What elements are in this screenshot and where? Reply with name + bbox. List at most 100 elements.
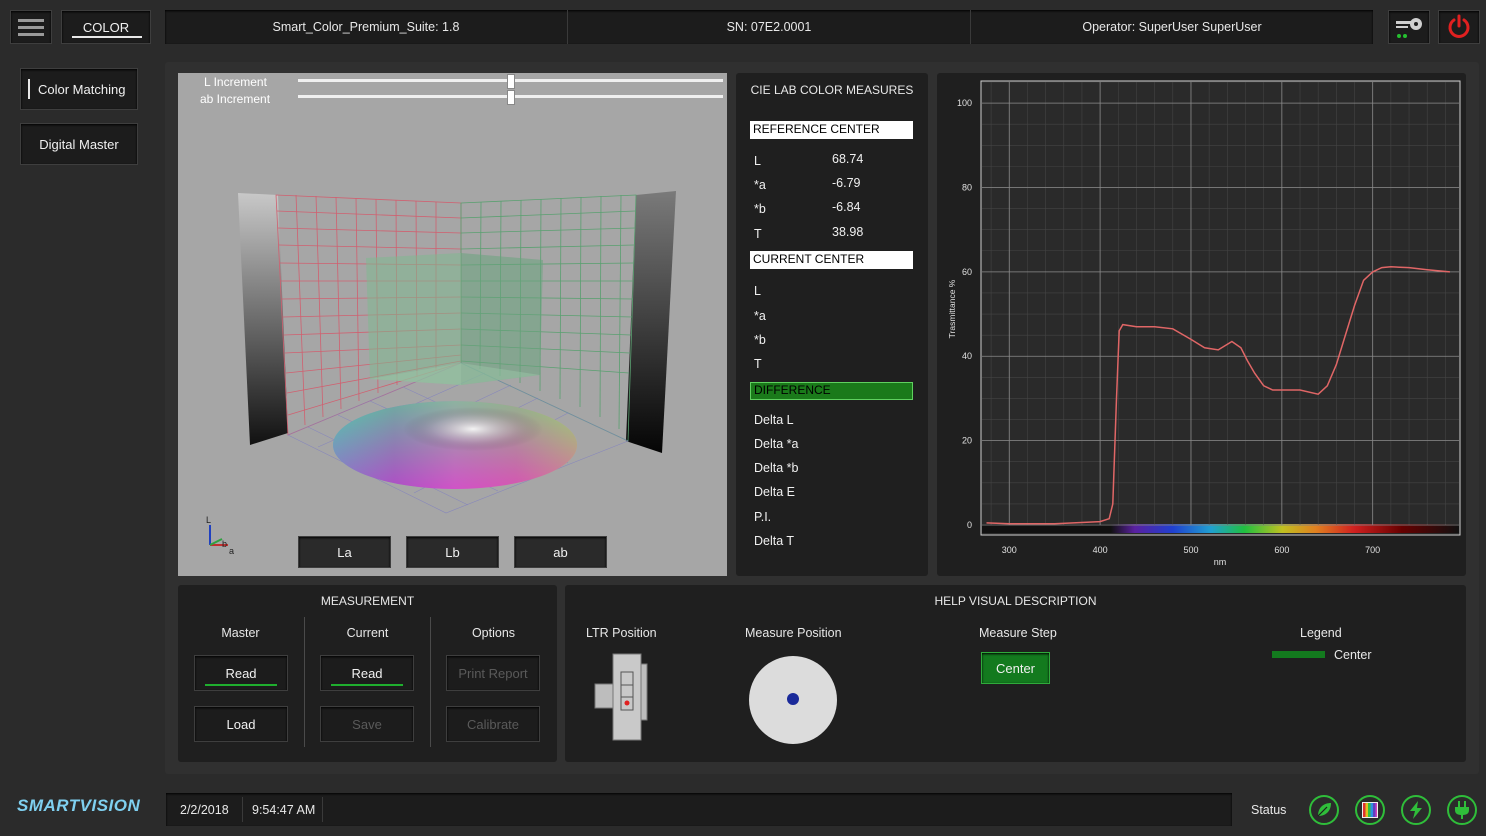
sidebar-item-label: Color Matching [38,81,126,97]
axis-label-a: a [229,546,235,556]
reference-row-b: *b -6.84 [754,200,914,218]
plug-icon [1455,801,1469,819]
view-ab-button[interactable]: ab [514,536,607,568]
bolt-icon [1410,801,1422,819]
y-tick-label: 60 [962,267,972,277]
active-indicator [28,79,30,99]
ref-b-value: -6.84 [832,200,861,214]
measure-position-diagram [749,656,837,744]
menu-button[interactable] [10,10,52,44]
current-read-label: Read [351,665,383,681]
y-tick-label: 40 [962,351,972,361]
delta-a-label: Delta *a [754,437,799,451]
difference-header: DIFFERENCE [750,382,913,400]
reference-row-a: *a -6.79 [754,176,914,194]
sidebar-item-digital-master[interactable]: Digital Master [20,123,138,165]
header-info-bar: Smart_Color_Premium_Suite: 1.8 SN: 07E2.… [165,10,1373,44]
view-la-label: La [337,544,352,560]
calibrate-button[interactable]: Calibrate [446,706,540,742]
cur-b-label: *b [754,333,766,347]
status-plug[interactable] [1447,795,1477,825]
login-key-button[interactable] [1388,10,1430,44]
view-lb-label: Lb [445,544,460,560]
help-panel: HELP VISUAL DESCRIPTION LTR Position Mea… [565,585,1466,762]
current-row-a: *a [754,307,914,325]
view-ab-label: ab [553,544,568,560]
master-read-label: Read [225,665,257,681]
current-read-button[interactable]: Read [320,655,414,691]
reference-row-l: L 68.74 [754,152,914,170]
measure-step-center-label: Center [995,660,1036,676]
delta-t-label: Delta T [754,534,795,548]
leaf-icon [1317,803,1331,817]
measurement-panel: MEASUREMENT Master Current Options Read … [178,585,557,762]
tab-color[interactable]: COLOR [61,10,151,44]
pi-label: P.I. [754,510,772,524]
app-version: Smart_Color_Premium_Suite: 1.8 [165,10,568,44]
x-axis-title: nm [1214,557,1227,567]
y-tick-label: 80 [962,182,972,192]
y-tick-label: 20 [962,436,972,446]
y-axis-title: Trasmittance % [947,279,957,338]
options-label: Options [471,626,516,640]
ltr-position-diagram [594,653,648,741]
color-space-viewer[interactable]: L Increment ab Increment L b a La Lb ab [178,73,727,576]
ref-l-value: 68.74 [832,152,864,166]
print-report-label: Print Report [458,665,528,681]
delta-b-label: Delta *b [754,461,799,475]
axis-label-l: L [206,515,212,525]
legend-swatch [1272,651,1325,658]
status-color-bars[interactable] [1355,795,1385,825]
transmittance-chart-panel: 0 20 40 60 80 100 300 400 500 600 700 Trasmittanc… [937,73,1466,576]
key-icon [1396,18,1422,38]
current-save-button[interactable]: Save [320,706,414,742]
transmittance-chart: 0 20 40 60 80 100 300 400 500 600 700 Trasmittanc… [947,80,1461,567]
current-row-b: *b [754,331,914,349]
tab-active-underline [72,36,142,38]
print-report-button[interactable]: Print Report [446,655,540,691]
status-power[interactable] [1401,795,1431,825]
reference-row-t: T 38.98 [754,225,914,243]
operator: Operator: SuperUser SuperUser [1082,20,1262,34]
measure-step-label: Measure Step [979,626,1057,640]
master-load-button[interactable]: Load [194,706,288,742]
status-leaf[interactable] [1309,795,1339,825]
y-tick-label: 100 [957,98,972,108]
view-la-button[interactable]: La [298,536,391,568]
footer-divider [322,797,323,822]
reference-center-header: REFERENCE CENTER [750,121,913,139]
help-title: HELP VISUAL DESCRIPTION [934,594,1097,608]
master-load-label: Load [226,716,256,732]
serial-number: SN: 07E2.0001 [568,10,971,44]
x-tick-label: 700 [1365,545,1380,555]
x-tick-label: 400 [1093,545,1108,555]
x-tick-label: 500 [1183,545,1198,555]
smartvision-logo: SMARTVISION [17,796,140,816]
ref-l-label: L [754,154,761,168]
measurement-title: MEASUREMENT [320,594,415,608]
ref-b-label: *b [754,202,766,216]
active-underline [205,684,277,686]
current-save-label: Save [352,716,382,732]
divider [430,617,431,747]
delta-l-label: Delta L [754,413,794,427]
footer-divider [242,797,243,822]
ref-t-value: 38.98 [832,225,864,239]
logo-text: SMARTVISION [17,796,141,815]
plot-area [980,80,1461,536]
sidebar-item-color-matching[interactable]: Color Matching [20,68,138,110]
ltr-position-label: LTR Position [586,626,657,640]
view-lb-button[interactable]: Lb [406,536,499,568]
power-button[interactable] [1438,10,1480,44]
measure-step-center-button[interactable]: Center [981,652,1050,684]
calibrate-label: Calibrate [466,716,520,732]
master-read-button[interactable]: Read [194,655,288,691]
footer-date: 2/2/2018 [180,803,229,817]
active-underline [331,684,403,686]
x-tick-label: 300 [1002,545,1017,555]
current-row-l: L [754,282,914,300]
x-tick-label: 600 [1274,545,1289,555]
cur-a-label: *a [754,309,766,323]
master-label: Master [221,626,260,640]
legend-item-label: Center [1334,648,1372,662]
